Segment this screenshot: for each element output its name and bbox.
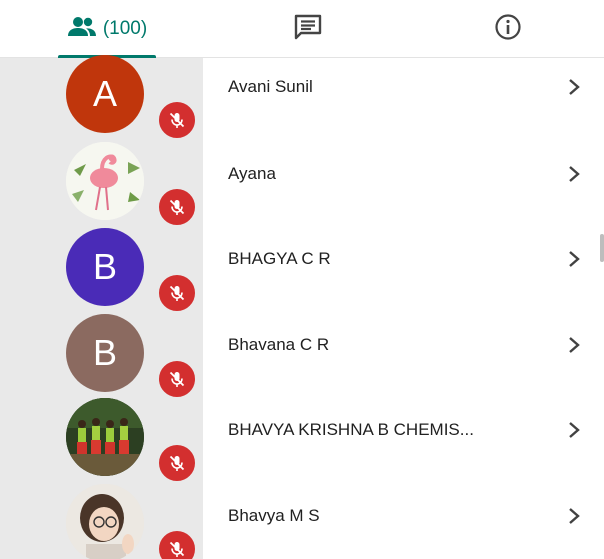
tab-chat[interactable] <box>278 0 338 58</box>
participant-row[interactable]: B Bhavana C R <box>0 314 604 400</box>
mic-off-icon <box>157 359 197 399</box>
mic-off-icon <box>157 100 197 140</box>
avatar-photo-group <box>66 398 144 476</box>
participant-list[interactable]: A Avani Sunil Ayana B BHAGYA C R B Bhava… <box>0 55 604 559</box>
participant-row[interactable]: Ayana <box>0 142 604 228</box>
avatar: B <box>66 228 144 306</box>
mic-off-icon <box>157 187 197 227</box>
chevron-right-icon[interactable] <box>566 420 582 440</box>
avatar: A <box>66 55 144 133</box>
chevron-right-icon[interactable] <box>566 249 582 269</box>
participant-name: BHAGYA C R <box>228 249 331 268</box>
scrollbar-thumb[interactable] <box>600 234 604 262</box>
info-icon <box>494 13 522 46</box>
chevron-right-icon[interactable] <box>566 506 582 526</box>
tab-people[interactable]: (100) <box>52 0 162 58</box>
avatar-letter: B <box>92 332 117 373</box>
participant-name: BHAVYA KRISHNA B CHEMIS... <box>228 420 474 439</box>
avatar-letter: A <box>92 73 117 114</box>
participant-name: Avani Sunil <box>228 77 313 96</box>
tab-info[interactable] <box>478 0 538 58</box>
avatar: B <box>66 314 144 392</box>
people-icon <box>67 16 97 43</box>
chevron-right-icon[interactable] <box>566 77 582 97</box>
chevron-right-icon[interactable] <box>566 164 582 184</box>
participant-row[interactable]: B BHAGYA C R <box>0 228 604 314</box>
participant-row[interactable]: BHAVYA KRISHNA B CHEMIS... <box>0 398 604 484</box>
participant-name: Bhavya M S <box>228 506 320 525</box>
avatar-photo-person <box>66 484 144 559</box>
mic-off-icon <box>157 273 197 313</box>
participant-name: Bhavana C R <box>228 335 330 354</box>
participant-row[interactable]: Bhavya M S <box>0 484 604 559</box>
chat-icon <box>292 13 324 46</box>
participants-tab-bar: (100) <box>0 0 604 58</box>
participant-count: (100) <box>102 18 148 39</box>
mic-off-icon <box>157 443 197 483</box>
participant-row[interactable]: A Avani Sunil <box>0 55 604 141</box>
chevron-right-icon[interactable] <box>566 335 582 355</box>
avatar-letter: B <box>92 246 117 287</box>
mic-off-icon <box>157 529 197 559</box>
avatar-photo-flamingo <box>66 142 144 220</box>
participant-name: Ayana <box>228 164 276 183</box>
